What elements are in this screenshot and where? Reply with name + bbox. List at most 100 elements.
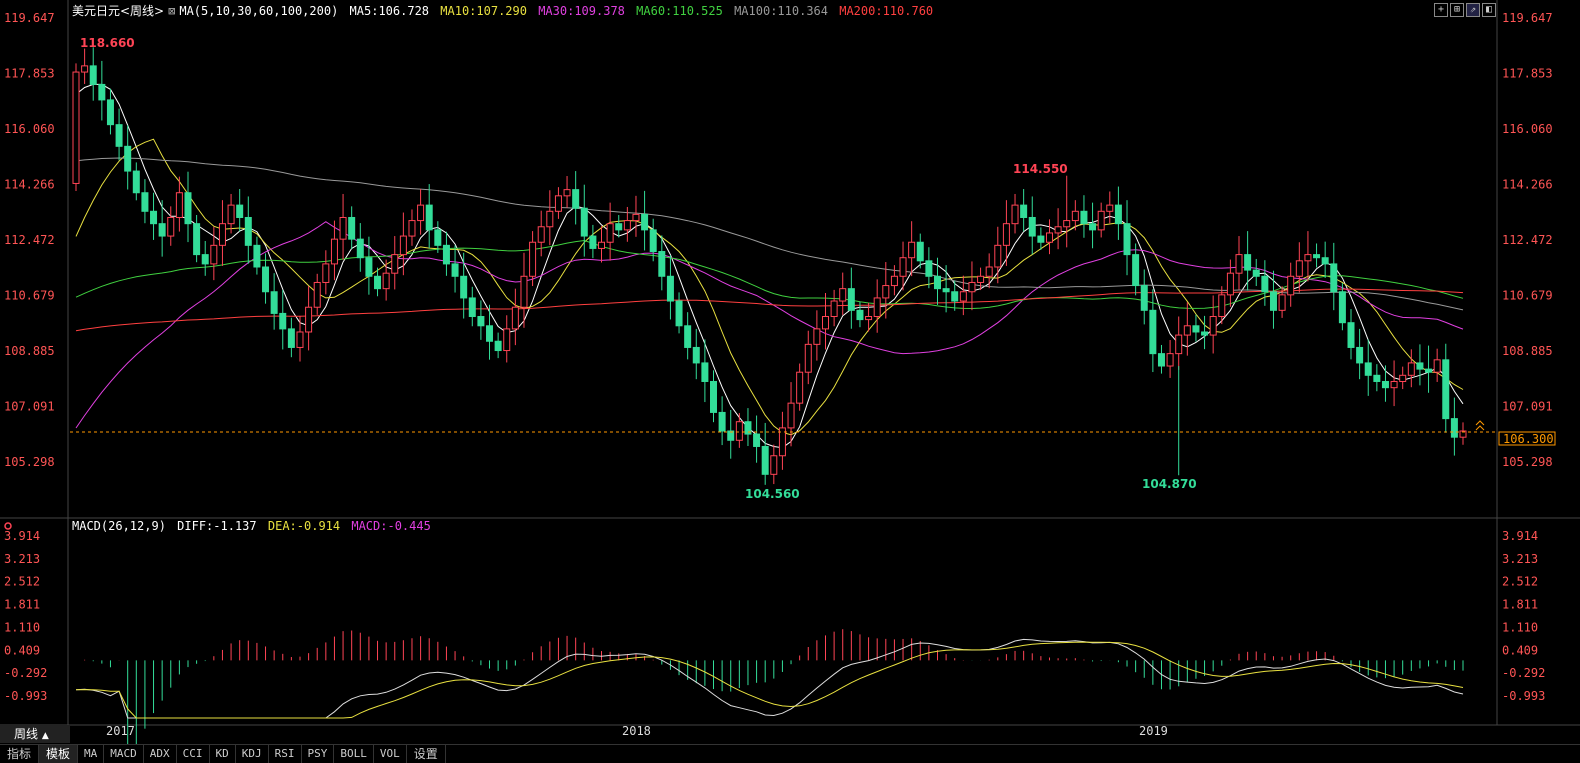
candle-body	[1407, 362, 1415, 376]
candle-body	[1304, 254, 1312, 262]
candle-body	[882, 285, 890, 299]
price-tick-left: 112.472	[4, 233, 55, 247]
moving-average-lines	[75, 83, 1464, 449]
symbol-label[interactable]: 美元日元<周线>	[72, 4, 164, 18]
candle-body	[124, 145, 132, 172]
macd-tick-right: -0.993	[1502, 689, 1545, 703]
candle-body	[1244, 254, 1252, 271]
candle-body	[1157, 353, 1165, 367]
main-legend: 美元日元<周线> ⊠ MA(5,10,30,60,100,200) MA5:106.…	[72, 2, 937, 19]
candle-body	[1140, 285, 1148, 311]
period-label: 周线	[14, 727, 39, 741]
candle-body	[1192, 325, 1200, 333]
candle-body	[908, 241, 916, 259]
candle-body	[529, 241, 537, 277]
time-label-2019: 2019	[1139, 724, 1168, 738]
ma10-line	[75, 138, 1464, 436]
tab-macd[interactable]: MACD	[104, 745, 144, 763]
candle-body	[623, 220, 631, 231]
macd-tick-right: 1.811	[1502, 598, 1538, 612]
tab-boll[interactable]: BOLL	[334, 745, 374, 763]
annotation-low-1: 104.560	[745, 487, 800, 501]
current-price-label: 106.300	[1503, 432, 1554, 446]
candle-body	[1295, 260, 1303, 277]
price-tick-right: 110.679	[1502, 288, 1553, 302]
candle-body	[1399, 374, 1407, 382]
candle-body	[193, 223, 201, 256]
candle-body	[270, 291, 278, 314]
candle-body	[1218, 294, 1226, 318]
period-selector[interactable]: 周线 ▲	[0, 725, 70, 743]
tab-kd[interactable]: KD	[210, 745, 236, 763]
candle-body	[563, 189, 571, 197]
price-tick-right: 112.472	[1502, 233, 1553, 247]
candle-body	[951, 291, 959, 302]
tab-kdj[interactable]: KDJ	[236, 745, 269, 763]
candle-body	[1425, 368, 1433, 373]
candle-body	[305, 306, 313, 333]
candle-body	[132, 170, 140, 194]
tab-ma[interactable]: MA	[78, 745, 105, 763]
tab-settings[interactable]: 设置	[407, 745, 446, 763]
candle-body	[753, 433, 761, 447]
candle-body	[1442, 359, 1450, 420]
candle-body	[115, 124, 123, 147]
candle-body	[710, 380, 718, 413]
macd-diff-value: DIFF:-1.137	[177, 519, 257, 533]
price-tick-left: 107.091	[4, 400, 55, 414]
candle-body	[1106, 204, 1114, 212]
candle-body	[572, 189, 580, 209]
candle-body	[537, 226, 545, 243]
dropdown-up-icon: ▲	[41, 731, 49, 741]
candle-body	[356, 238, 364, 259]
candle-body	[735, 421, 743, 441]
candle-body	[1175, 334, 1183, 355]
tab-rsi[interactable]: RSI	[269, 745, 302, 763]
tab-adx[interactable]: ADX	[144, 745, 177, 763]
candle-body	[253, 244, 261, 268]
candle-body	[1235, 254, 1243, 274]
candle-body	[106, 99, 114, 126]
macd-dea-value: DEA:-0.914	[267, 519, 341, 533]
candle-body	[701, 362, 709, 382]
chart-canvas[interactable]: 119.647 117.853 116.060 114.266 112.472 110.6…	[0, 0, 1580, 762]
restore-button[interactable]: ⇗	[1466, 3, 1480, 17]
candle-body	[150, 210, 158, 225]
tab-psy[interactable]: PSY	[302, 745, 335, 763]
candle-body	[330, 238, 338, 265]
candle-body	[451, 263, 459, 277]
candle-body	[1028, 216, 1036, 237]
candle-body	[1313, 254, 1321, 259]
candle-body	[1261, 275, 1269, 293]
crosshair-button[interactable]: +	[1434, 3, 1448, 17]
candle-body	[1226, 272, 1234, 296]
candle-body	[796, 371, 804, 404]
candle-body	[1330, 263, 1338, 293]
candle-body	[933, 275, 941, 290]
candle-body	[1278, 294, 1286, 311]
candle-body	[1037, 235, 1045, 243]
tab-vol[interactable]: VOL	[374, 745, 407, 763]
macd-tick-right: 2.512	[1502, 575, 1538, 589]
ma-params: MA(5,10,30,60,100,200)	[179, 4, 339, 18]
candle-body	[666, 275, 674, 302]
tab-indicators[interactable]: 指标	[0, 745, 40, 763]
zoom-in-button[interactable]: ⊞	[1450, 3, 1464, 17]
candle-body	[606, 223, 614, 243]
candle-body	[1080, 210, 1088, 225]
candle-body	[675, 300, 683, 327]
candle-body	[589, 235, 597, 249]
candle-body	[546, 210, 554, 228]
tab-templates[interactable]: 模板	[39, 745, 79, 763]
candle-body	[649, 229, 657, 253]
candle-body	[511, 306, 519, 330]
price-tick-left: 114.266	[4, 178, 55, 192]
tab-cci[interactable]: CCI	[177, 745, 210, 763]
candle-body	[1364, 362, 1372, 376]
candle-body	[486, 325, 494, 342]
candle-body	[1338, 291, 1346, 324]
candle-body	[503, 328, 511, 352]
collapse-button[interactable]: ◧	[1482, 3, 1496, 17]
price-tick-left: 116.060	[4, 122, 55, 136]
macd-tick-right: 1.110	[1502, 620, 1538, 634]
